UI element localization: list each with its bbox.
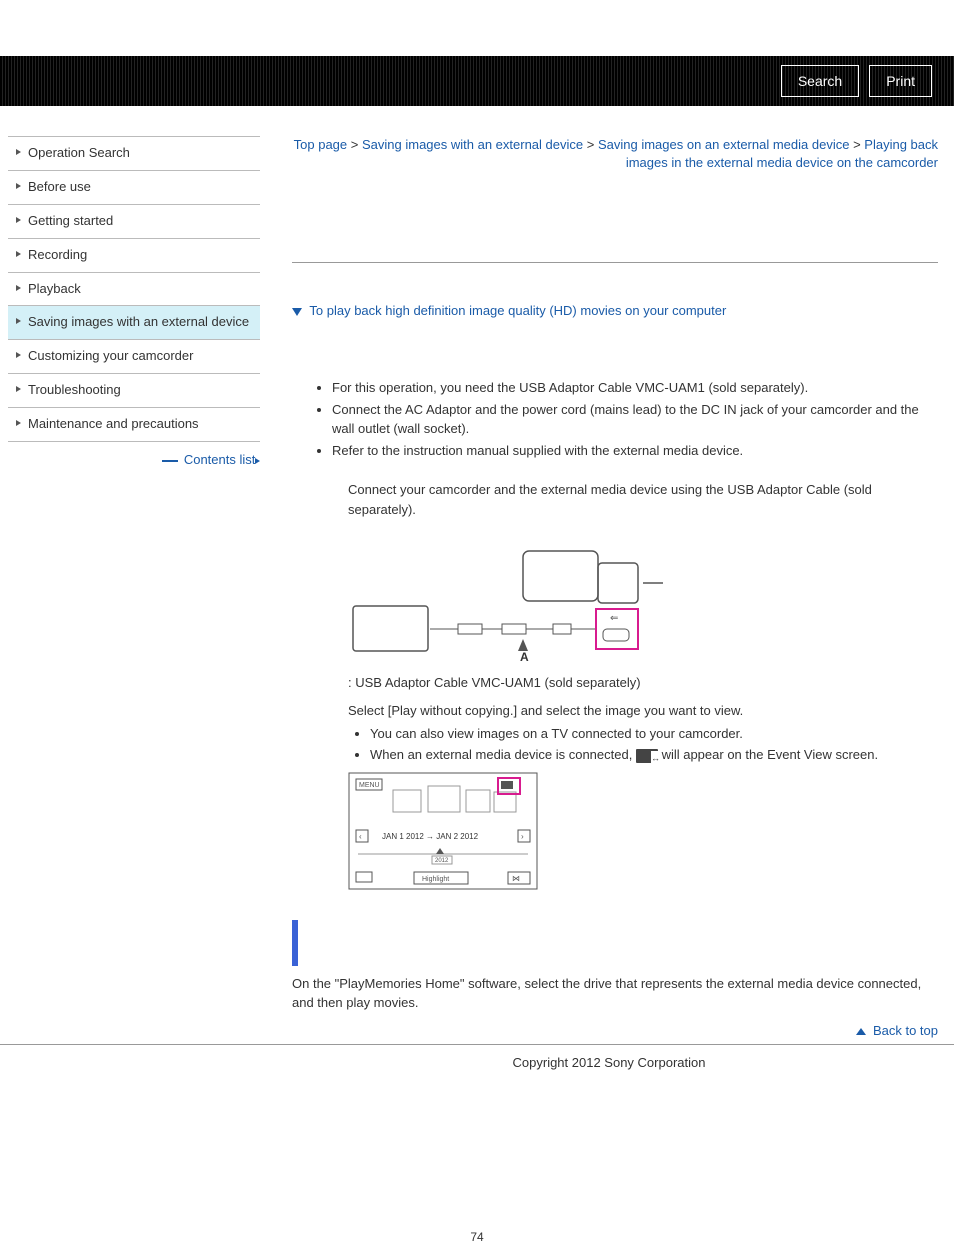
sub-notes: You can also view images on a TV connect…	[370, 724, 938, 766]
main-content: Top page > Saving images with an externa…	[276, 136, 954, 1038]
collapsible-section[interactable]: To play back high definition image quali…	[292, 303, 938, 318]
arrow-up-icon	[856, 1028, 866, 1035]
top-bar: Search Print	[0, 56, 954, 106]
print-button[interactable]: Print	[869, 65, 932, 97]
chevron-down-icon	[292, 308, 302, 316]
playmemories-text: On the "PlayMemories Home" software, sel…	[292, 974, 938, 1013]
sidebar-item-customizing[interactable]: Customizing your camcorder	[8, 340, 260, 374]
sidebar-item-before-use[interactable]: Before use	[8, 171, 260, 205]
prep-item: Refer to the instruction manual supplied…	[332, 441, 938, 461]
sub-note: You can also view images on a TV connect…	[370, 724, 938, 745]
sidebar-item-playback[interactable]: Playback	[8, 273, 260, 307]
contents-list-label[interactable]: Contents list	[184, 452, 256, 467]
sub-note-pre: When an external media device is connect…	[370, 747, 636, 762]
sidebar-item-getting-started[interactable]: Getting started	[8, 205, 260, 239]
breadcrumb-saving-ext[interactable]: Saving images with an external device	[362, 137, 583, 152]
svg-text:›: ›	[521, 832, 524, 841]
sidebar: Operation Search Before use Getting star…	[0, 136, 276, 1038]
label-a: : USB Adaptor Cable VMC-UAM1 (sold separ…	[348, 673, 938, 693]
sidebar-item-troubleshooting[interactable]: Troubleshooting	[8, 374, 260, 408]
back-to-top-label[interactable]: Back to top	[873, 1023, 938, 1038]
connection-diagram: ⇐ A	[348, 531, 668, 661]
lcd-date: JAN 1 2012 → JAN 2 2012	[382, 832, 479, 841]
sidebar-item-maintenance[interactable]: Maintenance and precautions	[8, 408, 260, 442]
step-1-text: Connect your camcorder and the external …	[348, 480, 938, 519]
svg-text:⋈: ⋈	[512, 874, 520, 883]
page-number: 74	[0, 1230, 954, 1244]
svg-text:A: A	[520, 650, 529, 661]
svg-text:‹: ‹	[359, 832, 362, 841]
sidebar-item-operation-search[interactable]: Operation Search	[8, 137, 260, 171]
prep-item: Connect the AC Adaptor and the power cor…	[332, 400, 938, 439]
lcd-screen-diagram: MENU ‹ JAN 1 2012 → JAN 2 2012	[348, 772, 538, 890]
copyright: Copyright 2012 Sony Corporation	[264, 1045, 954, 1110]
sub-note-post: will appear on the Event View screen.	[662, 747, 879, 762]
sidebar-item-saving-external[interactable]: Saving images with an external device	[8, 306, 260, 340]
sidebar-item-recording[interactable]: Recording	[8, 239, 260, 273]
step-2-text: Select [Play without copying.] and selec…	[348, 701, 938, 721]
breadcrumb-saving-media[interactable]: Saving images on an external media devic…	[598, 137, 849, 152]
svg-text:⇐: ⇐	[610, 613, 618, 624]
sidebar-nav: Operation Search Before use Getting star…	[8, 136, 260, 442]
lcd-menu: MENU	[359, 782, 380, 789]
external-media-icon	[636, 749, 658, 763]
section-marker	[292, 920, 298, 966]
prep-item: For this operation, you need the USB Ada…	[332, 378, 938, 398]
contents-list-link[interactable]: Contents list	[8, 452, 260, 467]
search-button[interactable]: Search	[781, 65, 859, 97]
svg-text:2012: 2012	[435, 858, 449, 864]
step-1: Connect your camcorder and the external …	[348, 480, 938, 890]
lcd-highlight: Highlight	[422, 876, 449, 883]
back-to-top[interactable]: Back to top	[292, 1023, 938, 1038]
breadcrumb-top[interactable]: Top page	[294, 137, 348, 152]
prep-list: For this operation, you need the USB Ada…	[332, 378, 938, 460]
collapsible-title[interactable]: To play back high definition image quali…	[309, 303, 726, 318]
breadcrumb: Top page > Saving images with an externa…	[292, 136, 938, 172]
sub-note: When an external media device is connect…	[370, 745, 938, 766]
